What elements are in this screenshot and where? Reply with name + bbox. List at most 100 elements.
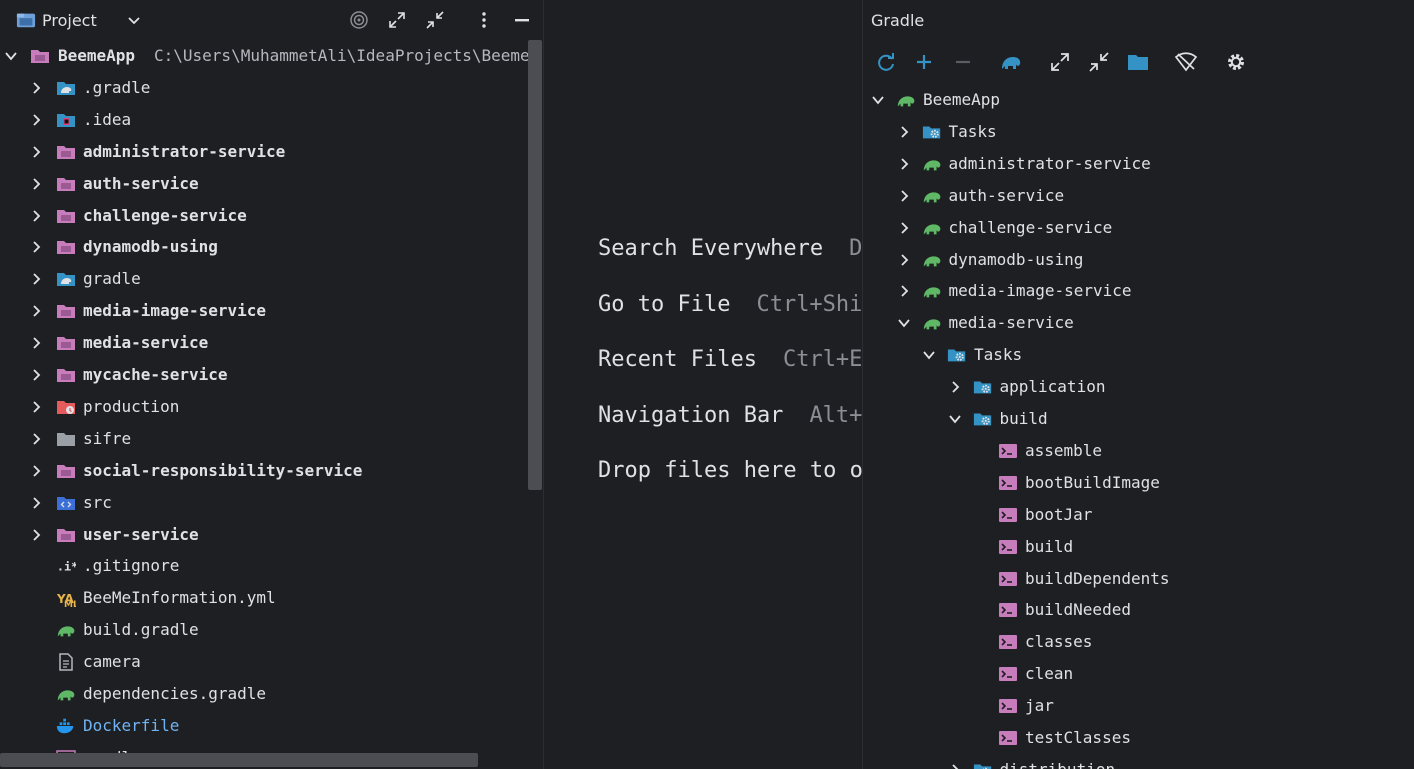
project-tree-item[interactable]: build.gradle	[0, 614, 528, 646]
project-item-label: .gradle	[83, 77, 151, 97]
chevron-down-icon[interactable]	[4, 49, 18, 63]
minimize-icon[interactable]	[512, 10, 532, 30]
project-tree-item[interactable]: mycache-service	[0, 359, 528, 391]
project-panel: Project BeemeApp C:\Users\MuhammetAli\Id…	[0, 0, 543, 769]
project-tree-item[interactable]: user-service	[0, 519, 528, 551]
chevron-down-icon[interactable]	[948, 412, 962, 426]
project-tree-item[interactable]: dependencies.gradle	[0, 678, 528, 710]
chevron-right-icon[interactable]	[897, 253, 911, 267]
project-tree-item[interactable]: .i* .gitignore	[0, 550, 528, 582]
gradle-tree-item[interactable]: testClasses	[863, 722, 1414, 754]
project-tree-item[interactable]: .idea	[0, 104, 528, 136]
project-tree-item[interactable]: challenge-service	[0, 200, 528, 232]
vertical-scrollbar[interactable]	[528, 40, 542, 490]
gradle-tree-item[interactable]: bootJar	[863, 499, 1414, 531]
expand-all-icon[interactable]	[387, 10, 407, 30]
project-tree-item[interactable]: media-image-service	[0, 295, 528, 327]
chevron-down-icon[interactable]	[124, 10, 144, 30]
chevron-right-icon[interactable]	[29, 464, 43, 478]
collapse-all-icon[interactable]	[1087, 50, 1111, 74]
project-root-row[interactable]: BeemeApp C:\Users\MuhammetAli\IdeaProjec…	[0, 40, 543, 72]
gradle-tree-item[interactable]: Tasks	[863, 116, 1414, 148]
reload-icon[interactable]	[874, 50, 898, 74]
settings-gear-icon[interactable]	[1224, 50, 1248, 74]
chevron-right-icon[interactable]	[29, 496, 43, 510]
chevron-right-icon[interactable]	[29, 432, 43, 446]
chevron-right-icon[interactable]	[29, 400, 43, 414]
add-icon[interactable]	[912, 50, 936, 74]
project-tree-item[interactable]: YA ML BeeMeInformation.yml	[0, 582, 528, 614]
project-tree-item[interactable]: camera	[0, 646, 528, 678]
gradle-tree-item[interactable]: build	[863, 403, 1414, 435]
chevron-right-icon[interactable]	[29, 145, 43, 159]
project-tree-item[interactable]: social-responsibility-service	[0, 455, 528, 487]
chevron-right-icon[interactable]	[29, 113, 43, 127]
project-view-title[interactable]: Project	[42, 11, 97, 30]
project-tree-item[interactable]: sifre	[0, 423, 528, 455]
chevron-down-icon[interactable]	[871, 93, 885, 107]
chevron-right-icon[interactable]	[897, 157, 911, 171]
project-tree-item[interactable]: src	[0, 487, 528, 519]
gradle-elephant-icon[interactable]	[999, 50, 1023, 74]
horizontal-scrollbar[interactable]	[0, 753, 478, 767]
gradle-tree-item[interactable]: build	[863, 531, 1414, 563]
gradle-tree-item[interactable]: Tasks	[863, 339, 1414, 371]
gradle-tree-item[interactable]: application	[863, 371, 1414, 403]
chevron-right-icon[interactable]	[29, 368, 43, 382]
chevron-right-icon[interactable]	[29, 240, 43, 254]
gradle-tree-item[interactable]: administrator-service	[863, 148, 1414, 180]
gradle-tree-item[interactable]: dynamodb-using	[863, 244, 1414, 276]
gradle-tree-item[interactable]: distribution	[863, 754, 1414, 769]
chevron-right-icon[interactable]	[29, 304, 43, 318]
gradle-tree-item[interactable]: assemble	[863, 435, 1414, 467]
hint-action: Recent Files	[598, 347, 757, 372]
gradle-tree-item[interactable]: buildNeeded	[863, 594, 1414, 626]
gradle-tree-item[interactable]: clean	[863, 658, 1414, 690]
chevron-down-icon[interactable]	[897, 316, 911, 330]
chevron-down-icon[interactable]	[922, 348, 936, 362]
gradle-tree-item[interactable]: classes	[863, 626, 1414, 658]
chevron-right-icon[interactable]	[29, 528, 43, 542]
folder-icon	[56, 429, 76, 449]
collapse-all-icon[interactable]	[425, 10, 445, 30]
chevron-right-icon[interactable]	[29, 177, 43, 191]
project-view-icon[interactable]	[16, 10, 36, 30]
gradle-tree-item[interactable]: BeemeApp	[863, 84, 1414, 116]
project-tree-item[interactable]: production	[0, 391, 528, 423]
chevron-right-icon[interactable]	[948, 763, 962, 769]
project-tree-item[interactable]: administrator-service	[0, 136, 528, 168]
expand-all-icon[interactable]	[1048, 50, 1072, 74]
more-options-icon[interactable]	[474, 10, 494, 30]
gradle-tree-item[interactable]: media-service	[863, 307, 1414, 339]
project-tree-item[interactable]: Dockerfile	[0, 710, 528, 742]
gradle-tree-item[interactable]: auth-service	[863, 180, 1414, 212]
remove-icon[interactable]	[951, 50, 975, 74]
chevron-right-icon[interactable]	[29, 81, 43, 95]
chevron-right-icon[interactable]	[29, 209, 43, 223]
gradle-tree-item[interactable]: jar	[863, 690, 1414, 722]
project-tree-item[interactable]: gradle	[0, 263, 528, 295]
toggle-offline-icon[interactable]	[1174, 50, 1198, 74]
project-item-label: dynamodb-using	[83, 237, 218, 257]
chevron-right-icon[interactable]	[897, 284, 911, 298]
chevron-right-icon[interactable]	[948, 380, 962, 394]
gradle-tree-item[interactable]: bootBuildImage	[863, 467, 1414, 499]
project-tree-item[interactable]: .gradle	[0, 72, 528, 104]
gradle-item-label: media-image-service	[948, 281, 1132, 301]
project-tree-item[interactable]: dynamodb-using	[0, 231, 528, 263]
chevron-right-icon[interactable]	[897, 189, 911, 203]
gradle-item-label: assemble	[1025, 440, 1103, 460]
locate-icon[interactable]	[349, 10, 369, 30]
chevron-right-icon[interactable]	[897, 125, 911, 139]
project-tree-item[interactable]: auth-service	[0, 168, 528, 200]
chevron-right-icon[interactable]	[29, 272, 43, 286]
gradle-tree-item[interactable]: media-image-service	[863, 275, 1414, 307]
gradle-tree-item[interactable]: challenge-service	[863, 212, 1414, 244]
gradle-tree-item[interactable]: buildDependents	[863, 563, 1414, 595]
task-icon	[998, 505, 1018, 525]
chevron-right-icon[interactable]	[29, 336, 43, 350]
project-tree-item[interactable]: media-service	[0, 327, 528, 359]
open-folder-icon[interactable]	[1126, 50, 1150, 74]
gradle-elephant-icon	[896, 90, 916, 110]
chevron-right-icon[interactable]	[897, 221, 911, 235]
